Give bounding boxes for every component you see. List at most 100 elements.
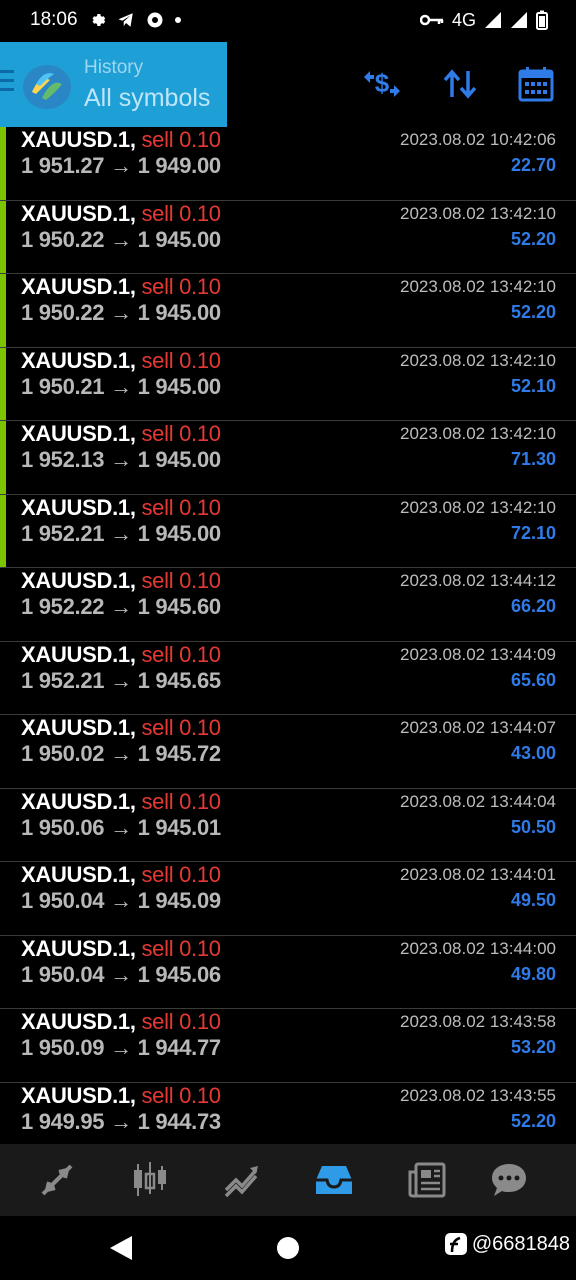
close-price: 1 949.00: [137, 153, 222, 178]
trade-profit: 65.60: [510, 669, 556, 690]
trade-time: 2023.08.02 13:44:09: [400, 644, 556, 664]
home-icon[interactable]: [276, 1236, 300, 1260]
trade-row[interactable]: XAUUSD.1, sell 0.10 1 951.27 → 1 949.00 …: [0, 127, 576, 201]
trade-prices: 1 952.21 → 1 945.00: [21, 521, 221, 547]
trade-type: sell 0.10: [141, 200, 221, 226]
trade-prices: 1 951.27 → 1 949.00: [21, 153, 221, 179]
sort-icon: [443, 69, 477, 99]
trade-row[interactable]: XAUUSD.1, sell 0.10 1 950.21 → 1 945.00 …: [0, 347, 576, 421]
nav-chart[interactable]: [126, 1156, 174, 1204]
trade-time: 2023.08.02 10:42:06: [400, 130, 556, 149]
open-price: 1 950.06: [21, 814, 105, 840]
trade-profit: 66.20: [510, 596, 556, 616]
arrow-glyph: →: [110, 814, 132, 840]
trade-row[interactable]: XAUUSD.1, sell 0.10 1 950.09 → 1 944.77 …: [0, 1009, 576, 1083]
trade-profit: 71.30: [510, 449, 556, 469]
menu-icon[interactable]: [0, 68, 14, 94]
trade-type: sell 0.10: [141, 862, 221, 887]
trade-prices: 1 952.21 → 1 945.65: [21, 668, 221, 694]
nav-trade[interactable]: [218, 1156, 266, 1204]
nav-news[interactable]: [403, 1156, 451, 1204]
watermark-logo-icon: [444, 1233, 467, 1255]
trade-symbol: XAUUSD.1, sell 0.10: [21, 274, 221, 300]
trade-time: 2023.08.02 13:44:00: [400, 938, 556, 958]
trade-prices: 1 950.06 → 1 945.01: [21, 815, 221, 841]
trade-time: 2023.08.02 13:42:10: [400, 424, 556, 443]
trade-row[interactable]: XAUUSD.1, sell 0.10 1 950.22 → 1 945.00 …: [0, 274, 576, 348]
trade-time: 2023.08.02 13:43:58: [400, 1012, 556, 1031]
trade-type: sell 0.10: [141, 568, 221, 593]
nav-history[interactable]: [310, 1156, 358, 1204]
trade-prices: 1 950.04 → 1 945.09: [21, 888, 221, 914]
trade-prices: 1 952.22 → 1 945.60: [21, 594, 221, 620]
nav-chat[interactable]: [485, 1156, 533, 1204]
trade-row[interactable]: XAUUSD.1, sell 0.10 1 950.04 → 1 945.06 …: [0, 935, 576, 1009]
trade-row[interactable]: XAUUSD.1, sell 0.10 1 952.21 → 1 945.00 …: [0, 494, 576, 568]
trade-row[interactable]: XAUUSD.1, sell 0.10 1 950.06 → 1 945.01 …: [0, 788, 576, 862]
close-price: 1 945.00: [137, 447, 222, 472]
open-price: 1 949.95: [21, 1108, 105, 1134]
trade-profit: 72.10: [510, 522, 556, 543]
trade-symbol: XAUUSD.1, sell 0.10: [21, 421, 221, 447]
calendar-button[interactable]: [514, 62, 558, 106]
status-notification-icons: [88, 8, 182, 32]
trade-time: 2023.08.02 13:44:12: [400, 571, 556, 590]
close-price: 1 945.00: [137, 226, 222, 252]
trade-prices: 1 950.09 → 1 944.77: [21, 1035, 221, 1061]
open-price: 1 952.21: [21, 667, 105, 693]
arrow-glyph: →: [110, 226, 132, 252]
sort-button[interactable]: [438, 62, 482, 106]
symbol-label: XAUUSD.1,: [21, 421, 136, 446]
trade-row[interactable]: XAUUSD.1, sell 0.10 1 952.21 → 1 945.65 …: [0, 642, 576, 715]
open-price: 1 950.09: [21, 1035, 105, 1060]
trade-profit: 52.20: [510, 1110, 556, 1131]
trade-prices: 1 950.04 → 1 945.06: [21, 962, 221, 988]
nav-quotes[interactable]: [33, 1156, 81, 1204]
trade-prices: 1 950.21 → 1 945.00: [21, 374, 221, 400]
header-panel[interactable]: History All symbols: [0, 42, 227, 127]
trade-profit: 52.10: [510, 375, 556, 396]
open-price: 1 950.22: [21, 226, 105, 252]
trade-symbol: XAUUSD.1, sell 0.10: [21, 201, 221, 227]
trade-symbol: XAUUSD.1, sell 0.10: [21, 1009, 221, 1035]
close-price: 1 945.06: [137, 961, 222, 987]
open-price: 1 950.04: [21, 888, 105, 913]
header-title: History: [84, 57, 144, 78]
trade-row[interactable]: XAUUSD.1, sell 0.10 1 952.22 → 1 945.60 …: [0, 568, 576, 642]
symbol-label: XAUUSD.1,: [21, 1082, 136, 1108]
currency-exchange-button[interactable]: $: [360, 62, 404, 106]
back-icon[interactable]: [108, 1234, 134, 1262]
gear-icon: [92, 14, 106, 26]
trade-symbol: XAUUSD.1, sell 0.10: [21, 127, 221, 153]
trade-time: 2023.08.02 13:43:55: [400, 1085, 556, 1105]
svg-text:$: $: [375, 68, 390, 98]
symbol-label: XAUUSD.1,: [21, 715, 136, 740]
open-price: 1 952.22: [21, 594, 105, 619]
open-price: 1 952.21: [21, 520, 105, 546]
trade-profit: 52.20: [510, 302, 556, 322]
trade-symbol: XAUUSD.1, sell 0.10: [21, 715, 221, 741]
open-price: 1 950.21: [21, 373, 105, 399]
symbol-label: XAUUSD.1,: [21, 788, 136, 814]
trade-row[interactable]: XAUUSD.1, sell 0.10 1 950.02 → 1 945.72 …: [0, 715, 576, 789]
trade-time: 2023.08.02 13:44:07: [400, 718, 556, 737]
trade-time: 2023.08.02 13:42:10: [400, 350, 556, 370]
open-price: 1 950.22: [21, 300, 105, 325]
trade-type: sell 0.10: [141, 935, 221, 961]
arrow-glyph: →: [110, 300, 132, 325]
trade-history-list[interactable]: XAUUSD.1, sell 0.10 1 951.27 → 1 949.00 …: [0, 127, 576, 1144]
arrow-glyph: →: [110, 888, 132, 913]
trade-time: 2023.08.02 13:44:01: [400, 865, 556, 884]
trade-profit: 53.20: [510, 1037, 556, 1057]
trade-symbol: XAUUSD.1, sell 0.10: [21, 642, 221, 668]
close-price: 1 945.00: [137, 300, 222, 325]
trade-row[interactable]: XAUUSD.1, sell 0.10 1 952.13 → 1 945.00 …: [0, 421, 576, 495]
trade-type: sell 0.10: [141, 788, 221, 814]
trade-row[interactable]: XAUUSD.1, sell 0.10 1 949.95 → 1 944.73 …: [0, 1083, 576, 1145]
arrow-glyph: →: [110, 1108, 132, 1134]
trade-time: 2023.08.02 13:42:10: [400, 277, 556, 296]
header-subtitle[interactable]: All symbols: [84, 84, 210, 113]
trade-row[interactable]: XAUUSD.1, sell 0.10 1 950.04 → 1 945.09 …: [0, 862, 576, 936]
trade-row[interactable]: XAUUSD.1, sell 0.10 1 950.22 → 1 945.00 …: [0, 200, 576, 274]
status-system-icons: 4G: [419, 8, 548, 32]
